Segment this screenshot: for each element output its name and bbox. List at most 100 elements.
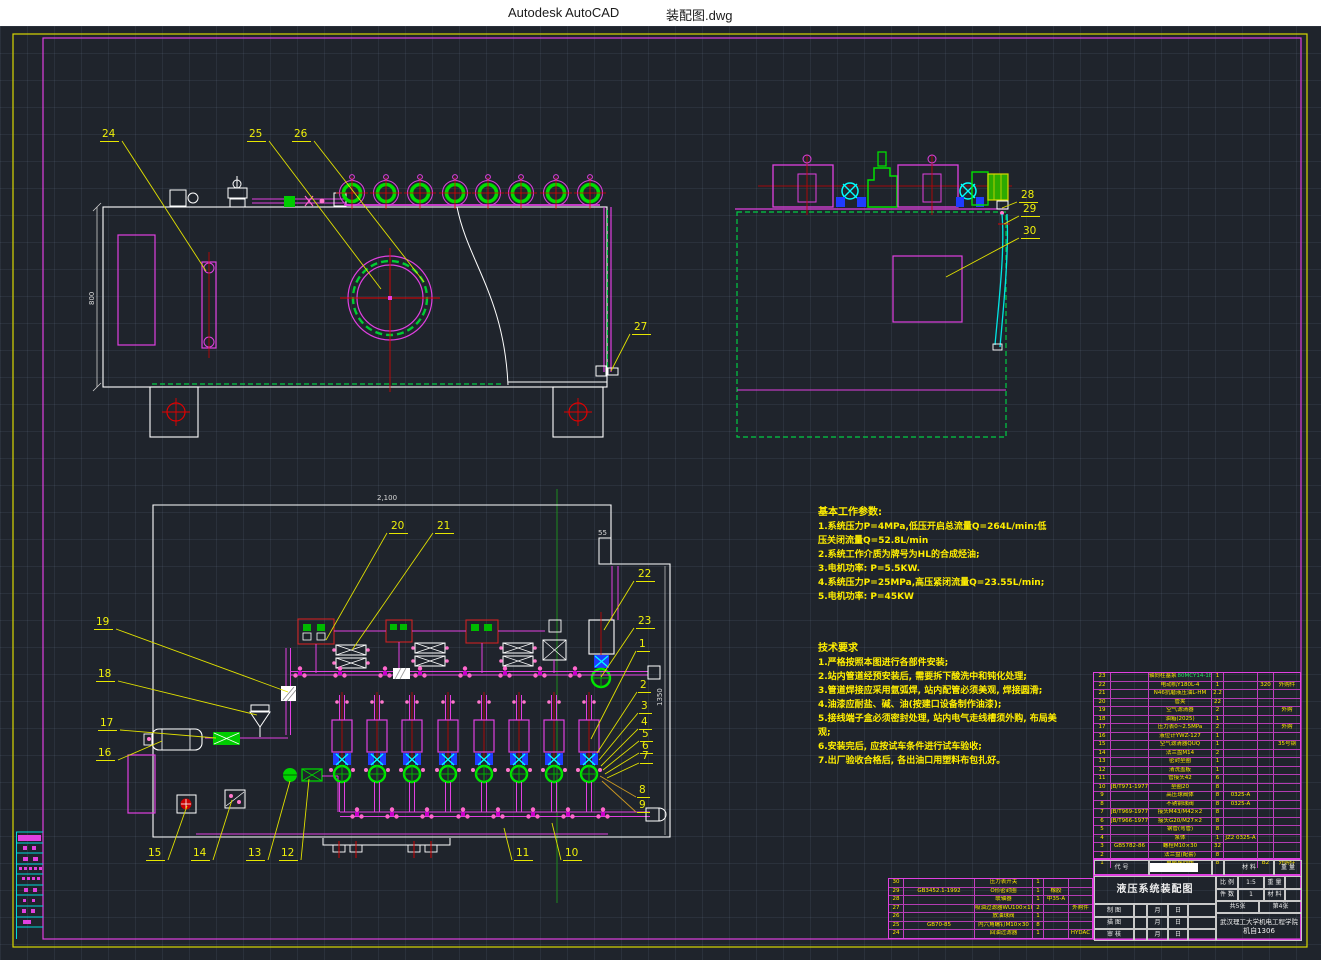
bom-cell-qty: 1: [1033, 888, 1044, 896]
bom-cell-qty: 1: [1033, 913, 1044, 921]
scale-label: 比 例: [1216, 876, 1238, 889]
callout-13: 13: [246, 848, 265, 861]
bom-cell-name: 管接头42: [1149, 775, 1212, 783]
scale-value: 1:5: [1238, 876, 1264, 889]
bom-cell-rem: [1274, 775, 1300, 783]
bom-cell-code: [1111, 758, 1149, 766]
bom-cell-code: [1111, 690, 1149, 698]
bom-cell-code: JB/T971-1977: [1111, 784, 1149, 792]
weight-label: 重 量: [1264, 876, 1285, 889]
bom-row: 28联轴器1中35-A: [889, 895, 1092, 904]
bom-cell-rem: 外购: [1274, 707, 1300, 715]
bom-cell-mat: [1224, 852, 1258, 860]
bom-cell-mat: [1224, 809, 1258, 817]
basic-parameters-note: 基本工作参数: 1.系统压力P=4MPa,低压开启总流量Q=264L/min;低…: [818, 506, 1046, 604]
bom-cell-name: 高压球阀体: [1149, 792, 1212, 800]
sig-cell: [1134, 904, 1147, 917]
callout-22: 22: [636, 569, 655, 582]
bom-cell-qty: 1: [1212, 673, 1224, 681]
bom-row: 5钢管(弯管)8: [1094, 825, 1300, 834]
bom-row: 29GB3452.1-1992O形密封圈1橡胶: [889, 887, 1092, 896]
bom-cell-qty: 8: [1033, 922, 1044, 930]
bom-cell-code: [904, 930, 975, 938]
bom-cell-qty: 1: [1033, 896, 1044, 904]
bom-cell-n: 12: [1094, 767, 1111, 775]
bom-cell-rem: [1069, 913, 1092, 921]
bom-cell-name: 轴向柱塞泵80MCY14-1B: [1149, 673, 1212, 681]
bom-cell-wt: [1258, 733, 1274, 741]
bom-cell-name: 空气滤清器QUQ: [1149, 741, 1212, 749]
bom-row: 19空气滤清器2外购: [1094, 706, 1300, 715]
callout-18: 18: [96, 669, 115, 682]
bom-cell-code: [1111, 716, 1149, 724]
bom-cell-n: 15: [1094, 741, 1111, 749]
bom-cell-wt: [1258, 784, 1274, 792]
sheet-number: 第4张: [1259, 901, 1302, 913]
bom-cell-name: 法兰盘M14: [1149, 750, 1212, 758]
bom-cell-rem: 外购: [1274, 724, 1300, 732]
callout-9: 9: [637, 800, 650, 813]
bom-cell-qty: 2: [1212, 724, 1224, 732]
dim-55: 55: [598, 529, 607, 537]
bom-cell-n: 27: [889, 905, 904, 913]
bom-cell-wt: [1258, 758, 1274, 766]
dim-800: 800: [88, 292, 96, 305]
sig-day: 日: [1168, 904, 1188, 917]
callout-8: 8: [637, 785, 650, 798]
param-line: 4.系统压力P=25MPa,高压紧闭流量Q=23.55L/min;: [818, 576, 1046, 590]
bom-cell-rem: [1274, 716, 1300, 724]
callout-20: 20: [389, 521, 408, 534]
bom-cell-n: 25: [889, 922, 904, 930]
bom-cell-code: [1111, 750, 1149, 758]
bom-cell-mat: [1224, 707, 1258, 715]
bom-cell-code: [1111, 826, 1149, 834]
bom-cell-rem: [1274, 852, 1300, 860]
bom-cell-n: 18: [1094, 716, 1111, 724]
bom-cell-wt: [1258, 767, 1274, 775]
sig-month: 月: [1147, 904, 1168, 917]
bom-cell-n: 19: [1094, 707, 1111, 715]
bom-cell-rem: [1274, 801, 1300, 809]
bom-row: 27吸油过滤器WU100×1002外购件: [889, 904, 1092, 913]
bom-cell-mat: [1224, 741, 1258, 749]
autocad-window: { "titlebar": { "app": "Autodesk AutoCAD…: [0, 0, 1321, 960]
bom-cell-qty: 1: [1033, 879, 1044, 887]
parts-list-header: 代 号 材 料 重 量: [1093, 859, 1301, 875]
bom-cell-n: 24: [889, 930, 904, 938]
bom-cell-name: 电动机Y180L-4: [1149, 682, 1212, 690]
bom-cell-mat: [1044, 922, 1069, 930]
bom-cell-name: 压力表0~2.5MPa: [1149, 724, 1212, 732]
bom-cell-mat: 0325-A: [1224, 792, 1258, 800]
title-block: 液压系统装配图 比 例 1:5 重 量 件 数 1 材 料 共5张 第4张 武汉…: [1093, 875, 1301, 940]
sig-cell: [1188, 917, 1216, 929]
bom-cell-n: 13: [1094, 758, 1111, 766]
bom-row: 16液位计YWZ-1271: [1094, 732, 1300, 741]
bom-cell-code: GB3452.1-1992: [904, 888, 975, 896]
bom-cell-rem: [1274, 809, 1300, 817]
bom-row: 20管夹22: [1094, 698, 1300, 707]
header-code: 代 号: [1094, 860, 1149, 876]
bom-cell-mat: JZ2 0325-A: [1224, 835, 1258, 843]
param-line: 3.电机功率: P=5.5KW.: [818, 562, 1046, 576]
bom-cell-code: GB70-85: [904, 922, 975, 930]
bom-cell-mat: [1224, 826, 1258, 834]
tech-line: 5.接线端子盒必须密封处理, 站内电气走线槽须外购, 布局美: [818, 712, 1057, 726]
header-material: 材 料: [1224, 860, 1274, 876]
bom-cell-name: 液位计YWZ-127: [1149, 733, 1212, 741]
bom-cell-code: GB5782-86: [1111, 843, 1149, 851]
bom-cell-code: [1111, 801, 1149, 809]
bom-cell-name: 联轴器: [975, 896, 1033, 904]
bom-row: 12清洗盖板1: [1094, 766, 1300, 775]
callout-16: 16: [96, 748, 115, 761]
bom-cell-qty: 6: [1212, 775, 1224, 783]
sig-day: 日: [1168, 929, 1188, 941]
bom-cell-mat: [1224, 690, 1258, 698]
bom-cell-mat: [1224, 784, 1258, 792]
bom-cell-n: 23: [1094, 673, 1111, 681]
bom-cell-code: [1111, 835, 1149, 843]
bom-cell-code: [1111, 741, 1149, 749]
document-tab[interactable]: 装配图.dwg: [666, 5, 732, 24]
bom-cell-n: 21: [1094, 690, 1111, 698]
bom-cell-n: 30: [889, 879, 904, 887]
bom-cell-n: 16: [1094, 733, 1111, 741]
